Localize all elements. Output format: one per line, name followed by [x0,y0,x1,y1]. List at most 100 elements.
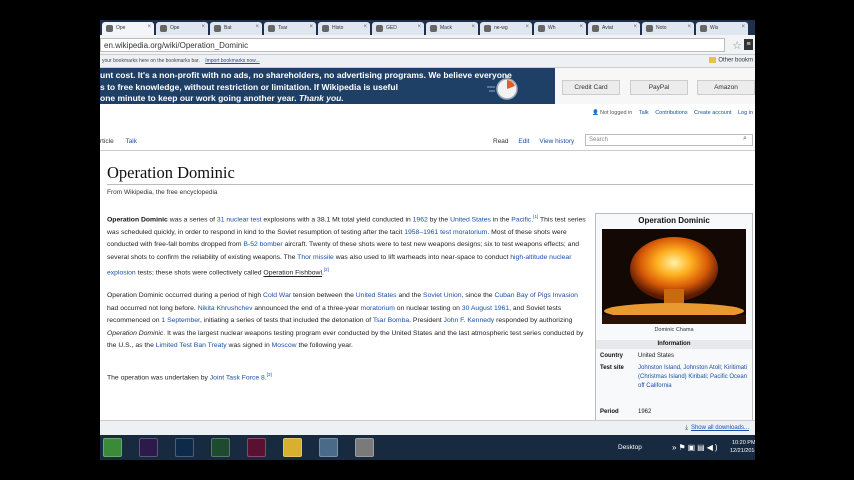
tab-favicon-icon [646,25,653,32]
link[interactable]: Limited Test Ban Treaty [156,342,227,349]
browser-tab[interactable]: Ope × [156,22,208,35]
tab-close-icon[interactable]: × [255,24,259,30]
test-site-value[interactable]: Johnston Island, Johnston Atoll; Kiritim… [638,364,750,391]
text: announced the end of a three-year [252,304,361,312]
link[interactable]: Soviet Union [423,292,462,299]
tab-article[interactable]: rticle [100,138,114,145]
browser-tab[interactable]: Noto × [642,22,694,35]
taskbar-app-icon[interactable] [103,438,122,457]
tab-close-icon[interactable]: × [309,24,313,30]
tab-close-icon[interactable]: × [741,24,745,30]
taskbar-clock[interactable]: 10:20 PM 12/21/2014 [730,439,755,455]
desktop-toolbar[interactable]: Desktop [618,444,642,451]
link[interactable]: Cold War [263,292,291,299]
browser-tab[interactable]: Wis × [696,22,748,35]
link[interactable]: Pacific [511,216,531,223]
taskbar-app-icon[interactable] [211,438,230,457]
view-tabs: Read Edit View history [493,138,582,145]
browser-toolbar: en.wikipedia.org/wiki/Operation_Dominic … [100,35,755,55]
tab-close-icon[interactable]: × [633,24,637,30]
link[interactable]: Nikita Khrushchev [198,305,253,312]
browser-tab[interactable]: Aviat × [588,22,640,35]
link[interactable]: John F. Kennedy [444,317,495,324]
link[interactable]: 31 [217,216,225,223]
system-tray-icons[interactable]: »⚑▣▤◀) [672,443,720,452]
address-bar[interactable]: en.wikipedia.org/wiki/Operation_Dominic [100,38,725,52]
contributions-link[interactable]: Contributions [655,110,687,116]
browser-menu-icon[interactable]: ≡ [744,39,753,50]
infobox-image[interactable] [602,229,746,324]
infobox-caption: Dominic Chama [654,327,694,333]
link[interactable]: 1961 [494,305,509,312]
tab-view-history[interactable]: View history [539,138,574,145]
paragraph-3: The operation was undertaken by Joint Ta… [107,369,587,385]
tab-favicon-icon [376,25,383,32]
taskbar-app-icon[interactable] [247,438,266,457]
text: was signed in [226,342,272,349]
tab-edit[interactable]: Edit [518,138,529,145]
tab-read[interactable]: Read [493,138,509,145]
taskbar: Desktop »⚑▣▤◀) 10:20 PM 12/21/2014 [100,435,755,460]
link[interactable]: Moscow [272,342,297,349]
browser-tab[interactable]: ne-wg × [480,22,532,35]
link[interactable]: Tsar Bomba [373,317,409,324]
taskbar-app-icon[interactable] [139,438,158,457]
browser-tab[interactable]: Tsar × [264,22,316,35]
namespace-tabs: rticle Talk [100,138,147,145]
browser-tab[interactable]: Histo × [318,22,370,35]
tab-close-icon[interactable]: × [579,24,583,30]
talk-link[interactable]: Talk [639,110,649,116]
link[interactable]: nuclear test [226,216,261,223]
tab-close-icon[interactable]: × [687,24,691,30]
link[interactable]: 1962 [413,216,428,223]
tagline: From Wikipedia, the free encyclopedia [107,189,218,196]
banner-thank-you: Thank you. [298,93,344,103]
search-icon[interactable]: ⌕ [743,135,747,143]
browser-tab[interactable]: Bat × [210,22,262,35]
tab-close-icon[interactable]: × [525,24,529,30]
link[interactable]: Thor missile [297,254,334,261]
taskbar-app-icon[interactable] [283,438,302,457]
taskbar-app-icon[interactable] [175,438,194,457]
create-account-link[interactable]: Create account [694,110,731,116]
tab-close-icon[interactable]: × [201,24,205,30]
search-input[interactable]: Search [585,134,753,146]
reference[interactable]: [3] [267,372,272,377]
tab-talk[interactable]: Talk [125,138,137,145]
browser-tab-strip: Ope × Ope × Bat × Tsar × Histo × GED × Mack × ne-wg × Wh… [100,20,755,35]
browser-tab[interactable]: Wh × [534,22,586,35]
donate-credit-card-button[interactable]: Credit Card [562,80,620,95]
tab-close-icon[interactable]: × [471,24,475,30]
show-all-downloads-link[interactable]: ⤓ Show all downloads... [685,425,749,432]
other-bookmarks[interactable]: Other bookm [709,57,753,64]
reference[interactable]: [2] [324,267,329,272]
link[interactable]: Joint Task Force 8 [210,374,265,381]
login-link[interactable]: Log in [738,110,753,116]
link[interactable]: B-52 bomber [243,241,282,248]
taskbar-app-icon[interactable] [319,438,338,457]
import-bookmarks-link[interactable]: Import bookmarks now... [205,58,259,64]
donate-amazon-button[interactable]: Amazon [697,80,755,95]
infobox-label: Country [600,353,623,359]
browser-tab[interactable]: Ope × [102,22,154,35]
browser-tab[interactable]: Mack × [426,22,478,35]
tab-label: ne-wg [494,25,508,31]
bookmarks-hint: your bookmarks here on the bookmarks bar… [102,58,200,64]
link[interactable]: United States [450,216,491,223]
not-logged-in: Not logged in [599,110,633,116]
link[interactable]: moratorium [361,305,395,312]
link[interactable]: 1 September [161,317,200,324]
tab-close-icon[interactable]: × [363,24,367,30]
link[interactable]: Cuban Bay of Pigs Invasion [494,292,578,299]
tab-close-icon[interactable]: × [417,24,421,30]
tab-close-icon[interactable]: × [147,24,151,30]
link[interactable]: 30 August [462,305,492,312]
bookmark-star-icon[interactable]: ☆ [732,39,742,52]
browser-tab[interactable]: GED × [372,22,424,35]
link[interactable]: 1958–1961 test moratorium [404,229,487,236]
link[interactable]: United States [356,292,397,299]
donate-paypal-button[interactable]: PayPal [630,80,688,95]
link[interactable]: Operation Fishbowl [263,270,322,277]
personal-tools: 👤Not logged in Talk Contributions Create… [587,110,753,116]
taskbar-app-icon[interactable] [355,438,374,457]
